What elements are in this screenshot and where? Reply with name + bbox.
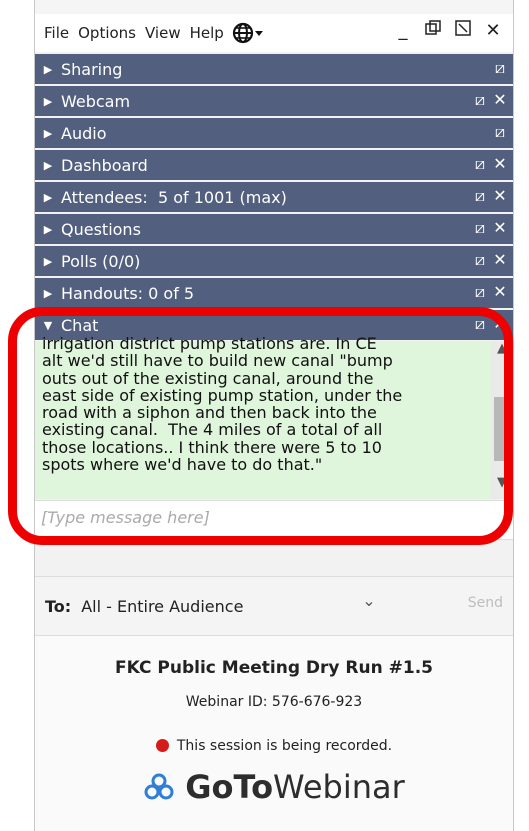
expand-arrow-icon[interactable]: ▶: [35, 95, 61, 108]
close-icon[interactable]: ✕: [491, 154, 509, 174]
recipient-bar: To: All - Entire Audience ⌄ Send: [35, 576, 513, 636]
section-webcam[interactable]: ▶ Webcam ⧄ ✕: [35, 86, 513, 116]
expand-arrow-icon[interactable]: ▶: [35, 127, 61, 140]
menu-file[interactable]: File: [35, 24, 69, 42]
collapse-arrow-icon[interactable]: ▼: [35, 319, 61, 332]
section-label: Dashboard: [61, 155, 148, 175]
close-icon[interactable]: ✕: [491, 186, 509, 206]
chat-line: existing canal. The 4 miles of a total o…: [42, 420, 383, 440]
section-label: Chat: [61, 315, 99, 335]
section-sharing[interactable]: ▶ Sharing ⧄: [35, 54, 513, 84]
popout-icon[interactable]: ⧄: [471, 218, 489, 238]
section-label: Polls (0/0): [61, 251, 141, 271]
section-handouts[interactable]: ▶ Handouts: 0 of 5 ⧄ ✕: [35, 278, 513, 308]
section-label: Questions: [61, 219, 141, 239]
send-button[interactable]: Send: [468, 595, 503, 611]
gotowebinar-control-panel: File Options View Help _ ✕ ▶ Sharing ⧄ ▶…: [34, 0, 514, 831]
webinar-title: FKC Public Meeting Dry Run #1.5: [115, 658, 433, 678]
dropdown-arrow-icon: [254, 31, 263, 36]
chat-line: east side of existing pump station, unde…: [42, 385, 403, 405]
popout-icon[interactable]: ⧄: [491, 58, 509, 78]
section-label: Sharing: [61, 59, 123, 79]
scroll-up-icon[interactable]: ▲: [491, 341, 513, 365]
popout-icon[interactable]: ⧄: [471, 250, 489, 270]
recording-text: This session is being recorded.: [176, 738, 393, 754]
section-dashboard[interactable]: ▶ Dashboard ⧄ ✕: [35, 150, 513, 180]
session-footer: FKC Public Meeting Dry Run #1.5 Webinar …: [35, 636, 513, 831]
menu-view[interactable]: View: [136, 24, 181, 42]
popout-icon[interactable]: ⧄: [471, 282, 489, 302]
restore-icon[interactable]: [423, 20, 443, 41]
chat-scrollbar[interactable]: ▲ ▼: [491, 341, 513, 499]
expand-arrow-icon[interactable]: ▶: [35, 159, 61, 172]
chevron-down-icon[interactable]: ⌄: [359, 591, 379, 610]
recording-dot-icon: [155, 739, 169, 752]
chat-log[interactable]: irrigation district pump stations are. I…: [35, 335, 513, 499]
menu-bar: File Options View Help _ ✕: [35, 14, 513, 52]
chat-message: irrigation district pump stations are. I…: [42, 334, 482, 475]
gotowebinar-logo: GoToWebinar: [35, 768, 513, 812]
logo-text-regular: Webinar: [273, 768, 405, 806]
chat-message-input[interactable]: [39, 507, 503, 528]
popout-icon[interactable]: ⧄: [471, 186, 489, 206]
close-icon[interactable]: ✕: [491, 218, 509, 238]
chat-line: irrigation district pump stations are. I…: [42, 334, 377, 353]
detach-icon[interactable]: [453, 20, 473, 41]
popout-icon[interactable]: ⧄: [471, 314, 489, 334]
expand-arrow-icon[interactable]: ▶: [35, 63, 61, 76]
chat-line: spots where we'd have to do that.": [42, 455, 323, 475]
expand-arrow-icon[interactable]: ▶: [35, 223, 61, 236]
chat-line: alt we'd still have to build new canal "…: [42, 351, 393, 371]
popout-icon[interactable]: ⧄: [471, 90, 489, 110]
recipient-select[interactable]: All - Entire Audience: [81, 597, 243, 616]
chat-line: those locations.. I think there were 5 t…: [42, 437, 382, 457]
close-icon[interactable]: ✕: [491, 90, 509, 110]
logo-text-bold: GoTo: [185, 768, 274, 806]
section-label: Handouts: 0 of 5: [61, 283, 195, 303]
close-icon[interactable]: ✕: [491, 282, 509, 302]
top-strip: [35, 0, 513, 14]
scroll-down-icon[interactable]: ▼: [491, 475, 513, 499]
globe-icon: [232, 22, 253, 44]
expand-arrow-icon[interactable]: ▶: [35, 191, 61, 204]
gotowebinar-flower-icon: [143, 772, 175, 812]
section-attendees[interactable]: ▶ Attendees: 5 of 1001 (max) ⧄ ✕: [35, 182, 513, 212]
section-polls[interactable]: ▶ Polls (0/0) ⧄ ✕: [35, 246, 513, 276]
section-list: ▶ Sharing ⧄ ▶ Webcam ⧄ ✕ ▶ Audio ⧄ ▶ Dash…: [35, 54, 513, 342]
popout-icon[interactable]: ⧄: [491, 122, 509, 142]
expand-arrow-icon[interactable]: ▶: [35, 255, 61, 268]
chat-message-field-container: [35, 500, 513, 540]
language-button[interactable]: [232, 22, 264, 44]
recipient-label: To:: [45, 596, 72, 616]
minimize-icon[interactable]: _: [393, 20, 413, 41]
scroll-thumb[interactable]: [494, 397, 510, 461]
webinar-id: Webinar ID: 576-676-923: [185, 694, 363, 710]
section-label: Webcam: [61, 91, 131, 111]
section-questions[interactable]: ▶ Questions ⧄ ✕: [35, 214, 513, 244]
popout-icon[interactable]: ⧄: [471, 154, 489, 174]
section-label: Attendees: 5 of 1001 (max): [61, 187, 287, 207]
section-audio[interactable]: ▶ Audio ⧄: [35, 118, 513, 148]
chat-line: road with a siphon and then back into th…: [42, 403, 377, 423]
menu-options[interactable]: Options: [69, 24, 136, 42]
expand-arrow-icon[interactable]: ▶: [35, 287, 61, 300]
close-icon[interactable]: ✕: [483, 20, 503, 41]
menu-help[interactable]: Help: [181, 24, 224, 42]
window-controls: _ ✕: [393, 20, 503, 41]
recording-indicator: This session is being recorded.: [35, 738, 513, 754]
chat-line: outs out of the existing canal, around t…: [42, 368, 374, 388]
close-icon[interactable]: ✕: [491, 314, 509, 334]
close-icon[interactable]: ✕: [491, 250, 509, 270]
section-label: Audio: [61, 123, 107, 143]
